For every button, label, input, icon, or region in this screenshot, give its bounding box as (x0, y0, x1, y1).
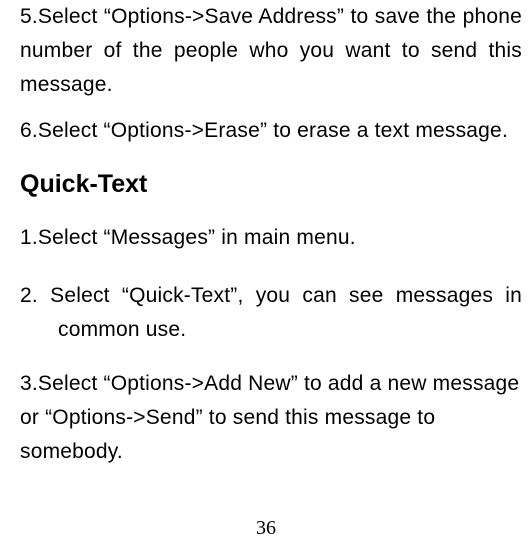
body-paragraph: 3.Select “Options->Add New” to add a new… (20, 367, 522, 469)
body-paragraph: 1.Select “Messages” in main menu. (20, 221, 522, 255)
section-heading: Quick-Text (20, 170, 522, 199)
document-page: 5.Select “Options->Save Address” to save… (0, 0, 532, 548)
body-paragraph: 5.Select “Options->Save Address” to save… (20, 0, 522, 102)
body-paragraph: 6.Select “Options->Erase” to erase a tex… (20, 114, 522, 148)
body-paragraph: 2. Select “Quick-Text”, you can see mess… (20, 279, 522, 347)
page-number: 36 (0, 517, 532, 540)
